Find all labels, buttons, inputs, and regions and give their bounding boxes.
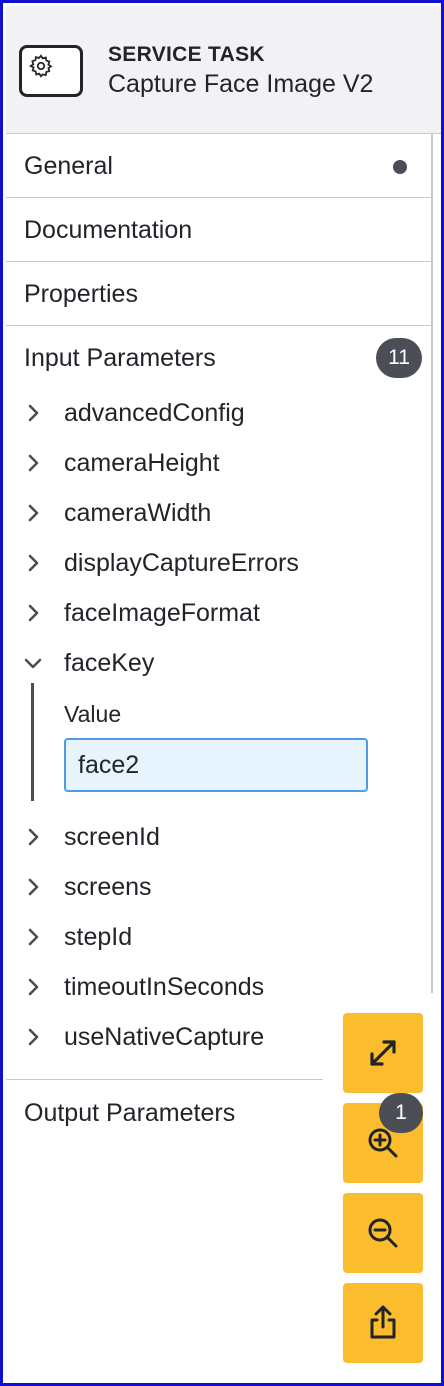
param-label: advancedConfig [64,399,245,427]
fit-viewport-button[interactable] [343,1013,423,1093]
param-label: useNativeCapture [64,1023,265,1051]
zoom-level-badge: 1 [379,1093,423,1133]
input-count-badge: 11 [376,338,422,378]
share-icon [370,1305,396,1339]
param-screens[interactable]: screens [6,867,426,907]
param-label: cameraWidth [64,499,212,527]
zoom-out-icon [368,1218,398,1248]
param-stepId[interactable]: stepId [6,917,426,957]
group-output-parameters[interactable]: Output Parameters [24,1099,235,1128]
param-cameraWidth[interactable]: cameraWidth [6,493,426,533]
gear-icon [28,54,53,78]
value-input[interactable] [64,738,368,792]
param-label: faceKey [64,649,155,677]
divider [6,1079,323,1080]
expanded-indicator-bar [31,683,34,801]
element-type-label: SERVICE TASK [108,43,265,66]
chevron-down-icon[interactable] [23,653,43,673]
group-label-input-parameters: Input Parameters [24,344,216,372]
group-label-general: General [24,152,113,180]
service-task-icon [19,45,83,97]
properties-panel: SERVICE TASK Capture Face Image V2 Gener… [0,0,444,1386]
expand-icon [370,1040,396,1066]
param-label: screenId [64,823,160,851]
param-label: stepId [64,923,133,951]
chevron-right-icon[interactable] [23,877,43,897]
panel-header: SERVICE TASK Capture Face Image V2 [6,6,441,134]
group-general[interactable]: General [6,134,433,198]
param-label: faceImageFormat [64,599,260,627]
chevron-right-icon[interactable] [23,403,43,423]
param-faceKey[interactable]: faceKey [6,643,426,683]
chevron-right-icon[interactable] [23,977,43,997]
param-advancedConfig[interactable]: advancedConfig [6,393,426,433]
group-properties[interactable]: Properties [6,262,433,326]
param-label: timeoutInSeconds [64,973,265,1001]
chevron-right-icon[interactable] [23,503,43,523]
param-label: displayCaptureErrors [64,549,299,577]
value-label: Value [64,701,122,727]
scrollbar[interactable] [431,133,433,993]
chevron-right-icon[interactable] [23,1027,43,1047]
param-label: cameraHeight [64,449,220,477]
group-input-parameters[interactable]: Input Parameters 11 [6,326,433,390]
param-faceImageFormat[interactable]: faceImageFormat [6,593,426,633]
param-cameraHeight[interactable]: cameraHeight [6,443,426,483]
param-screenId[interactable]: screenId [6,817,426,857]
element-name: Capture Face Image V2 [108,70,374,98]
chevron-right-icon[interactable] [23,827,43,847]
group-label-documentation: Documentation [24,216,193,244]
chevron-right-icon[interactable] [23,553,43,573]
param-label: screens [64,873,152,901]
chevron-right-icon[interactable] [23,453,43,473]
chevron-right-icon[interactable] [23,927,43,947]
group-label-properties: Properties [24,280,138,308]
param-displayCaptureErrors[interactable]: displayCaptureErrors [6,543,426,583]
chevron-right-icon[interactable] [23,603,43,623]
param-timeoutInSeconds[interactable]: timeoutInSeconds [6,967,426,1007]
changed-indicator-dot [393,160,407,174]
zoom-out-button[interactable] [343,1193,423,1273]
export-button[interactable] [343,1283,423,1363]
group-documentation[interactable]: Documentation [6,198,433,262]
